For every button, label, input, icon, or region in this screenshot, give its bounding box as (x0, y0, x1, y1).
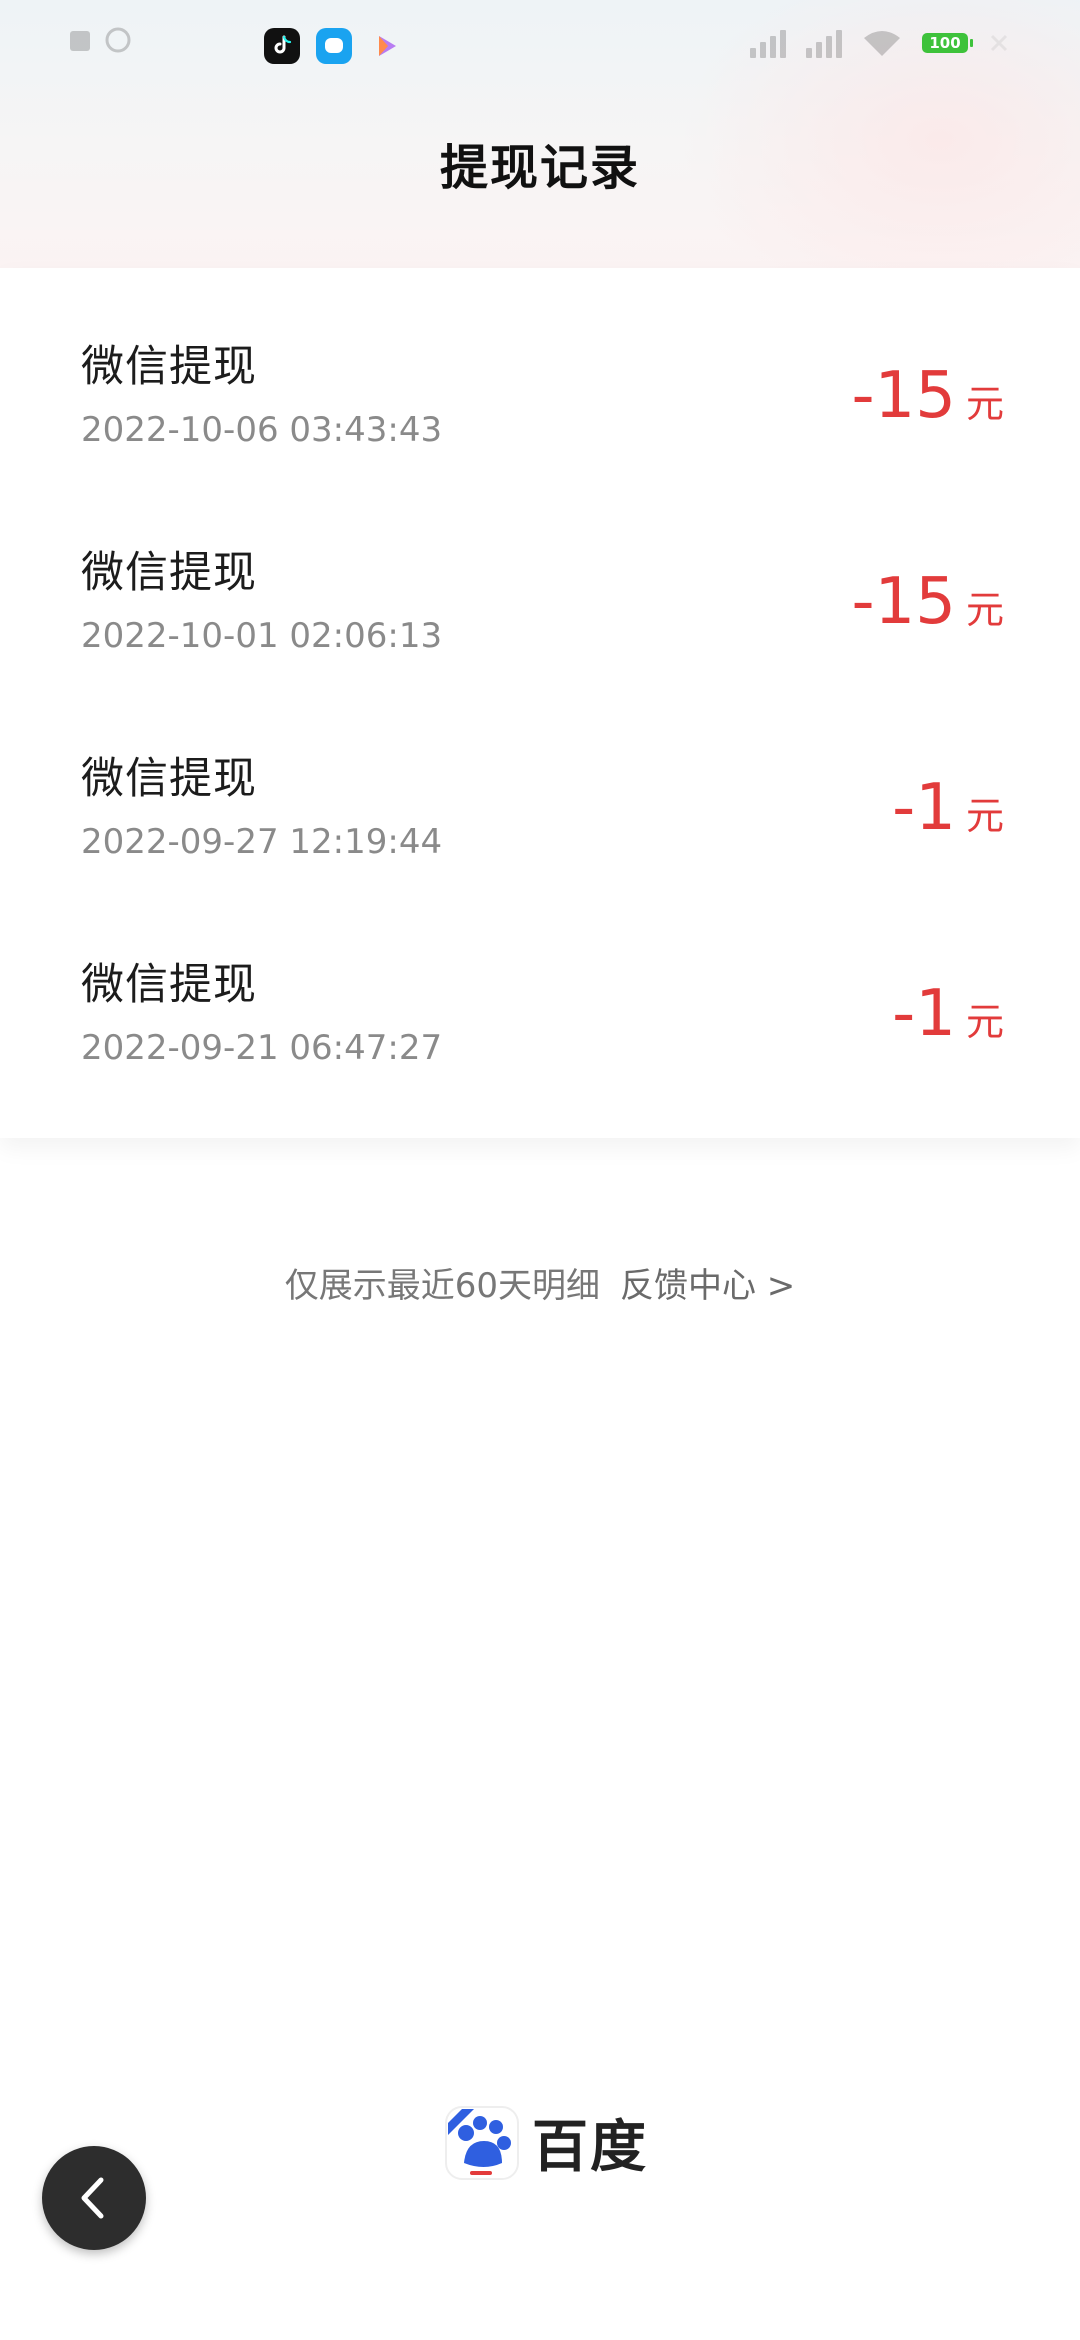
status-left (70, 26, 132, 54)
brand-name: 百度 (532, 2115, 648, 2180)
brand-logo: 百度 (444, 2102, 648, 2183)
records-list: 微信提现 2022-10-06 03:43:43 -15 元 微信提现 2022… (0, 268, 1080, 1138)
record-title: 微信提现 (81, 548, 257, 598)
tiktok-icon (264, 28, 300, 64)
record-amount-unit: 元 (965, 1000, 1004, 1044)
baidu-paw-icon (445, 2105, 519, 2180)
feedback-center-link[interactable]: 反馈中心 > (620, 1266, 795, 1306)
record-time: 2022-09-21 06:47:27 (81, 1028, 443, 1068)
clock-icon (105, 27, 131, 53)
page-title: 提现记录 (439, 140, 640, 196)
status-bar: 100 (0, 18, 1080, 78)
chat-app-icon (316, 28, 352, 64)
list-item[interactable]: 微信提现 2022-10-06 03:43:43 -15 元 (0, 268, 1080, 474)
battery-icon: 100 (922, 33, 973, 53)
back-button[interactable] (42, 2146, 146, 2250)
record-amount-value: -1 (892, 771, 956, 845)
video-play-icon (368, 28, 404, 64)
wifi-icon (864, 31, 900, 56)
record-amount: -1 元 (892, 982, 1004, 1046)
cellular-signal-2-icon (806, 28, 842, 58)
record-time: 2022-09-27 12:19:44 (81, 822, 443, 862)
record-time: 2022-10-01 02:06:13 (81, 616, 443, 656)
footer-note: 仅展示最近60天明细 反馈中心 > (0, 1258, 1080, 1307)
record-amount: -1 元 (892, 776, 1004, 840)
cellular-signal-icon (750, 28, 786, 58)
dnd-icon (990, 34, 1008, 52)
record-title: 微信提现 (81, 754, 257, 804)
status-right: 100 (750, 28, 1010, 58)
record-amount-value: -15 (851, 359, 956, 433)
record-amount: -15 元 (851, 364, 1004, 428)
record-amount-value: -1 (892, 977, 956, 1051)
record-amount-unit: 元 (965, 588, 1004, 632)
record-amount: -15 元 (851, 570, 1004, 634)
list-item[interactable]: 微信提现 2022-10-01 02:06:13 -15 元 (0, 474, 1080, 680)
record-title: 微信提现 (81, 960, 257, 1010)
retention-note: 仅展示最近60天明细 (284, 1266, 600, 1306)
record-amount-unit: 元 (965, 794, 1004, 838)
signal-small-icon (70, 31, 90, 51)
record-amount-unit: 元 (965, 382, 1004, 426)
list-item[interactable]: 微信提现 2022-09-21 06:47:27 -1 元 (0, 886, 1080, 1092)
record-time: 2022-10-06 03:43:43 (81, 410, 443, 450)
record-amount-value: -15 (851, 565, 956, 639)
record-title: 微信提现 (81, 342, 257, 392)
list-item[interactable]: 微信提现 2022-09-27 12:19:44 -1 元 (0, 680, 1080, 886)
status-app-icons (264, 28, 404, 64)
chevron-left-icon (81, 2177, 104, 2219)
